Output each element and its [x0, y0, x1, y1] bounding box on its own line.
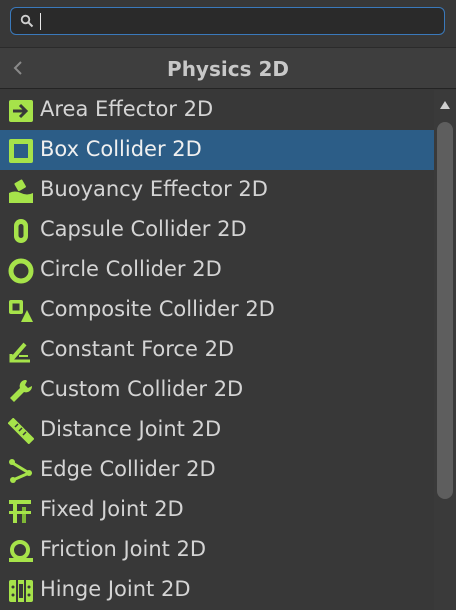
item-label: Circle Collider 2D — [40, 257, 222, 281]
constant-force-icon — [9, 342, 30, 363]
list-item-distance-joint-2d[interactable]: Distance Joint 2D — [0, 410, 434, 450]
item-label: Hinge Joint 2D — [40, 577, 191, 601]
box-collider-icon — [9, 139, 33, 163]
custom-collider-icon — [10, 379, 33, 402]
list-item-fixed-joint-2d[interactable]: Fixed Joint 2D — [0, 490, 434, 530]
item-label: Capsule Collider 2D — [40, 217, 247, 241]
page-title: Physics 2D — [167, 57, 289, 81]
search-icon — [20, 14, 34, 28]
edge-collider-icon — [9, 459, 33, 483]
search-field[interactable] — [10, 7, 445, 35]
composite-collider-icon — [9, 300, 33, 322]
list-item-edge-collider-2d[interactable]: Edge Collider 2D — [0, 450, 434, 490]
category-header: Physics 2D — [0, 47, 456, 89]
item-label: Edge Collider 2D — [40, 457, 216, 481]
scrollbar-thumb[interactable] — [437, 122, 453, 499]
item-label: Buoyancy Effector 2D — [40, 177, 268, 201]
circle-collider-icon — [8, 258, 34, 284]
list-item-custom-collider-2d[interactable]: Custom Collider 2D — [0, 370, 434, 410]
list-item-area-effector-2d[interactable]: Area Effector 2D — [0, 90, 434, 130]
text-caret — [40, 13, 41, 30]
item-label: Composite Collider 2D — [40, 297, 275, 321]
item-label: Constant Force 2D — [40, 337, 235, 361]
item-label: Box Collider 2D — [40, 137, 202, 161]
item-label: Area Effector 2D — [40, 97, 214, 121]
list-item-circle-collider-2d[interactable]: Circle Collider 2D — [0, 250, 434, 290]
search-bar — [0, 0, 456, 47]
fixed-joint-icon — [9, 500, 31, 523]
list-item-capsule-collider-2d[interactable]: Capsule Collider 2D — [0, 210, 434, 250]
friction-joint-icon — [9, 540, 33, 562]
item-label: Fixed Joint 2D — [40, 497, 184, 521]
search-input[interactable] — [38, 11, 436, 31]
item-label: Friction Joint 2D — [40, 537, 207, 561]
hinge-joint-icon — [9, 580, 33, 602]
item-label: Custom Collider 2D — [40, 377, 244, 401]
distance-joint-icon — [8, 418, 34, 444]
capsule-collider-icon — [14, 219, 28, 243]
list-item-box-collider-2d[interactable]: Box Collider 2D — [0, 130, 434, 170]
item-label: Distance Joint 2D — [40, 417, 222, 441]
scrollbar[interactable] — [434, 90, 456, 610]
area-effector-icon — [9, 100, 33, 122]
buoyancy-effector-icon — [9, 179, 33, 203]
list-item-hinge-joint-2d[interactable]: Hinge Joint 2D — [0, 570, 434, 610]
component-list: Area Effector 2D Box Collider 2D Buoyanc… — [0, 90, 434, 610]
list-item-friction-joint-2d[interactable]: Friction Joint 2D — [0, 530, 434, 570]
scroll-up-arrow-icon[interactable] — [439, 100, 451, 110]
list-item-buoyancy-effector-2d[interactable]: Buoyancy Effector 2D — [0, 170, 434, 210]
list-item-constant-force-2d[interactable]: Constant Force 2D — [0, 330, 434, 370]
list-item-composite-collider-2d[interactable]: Composite Collider 2D — [0, 290, 434, 330]
